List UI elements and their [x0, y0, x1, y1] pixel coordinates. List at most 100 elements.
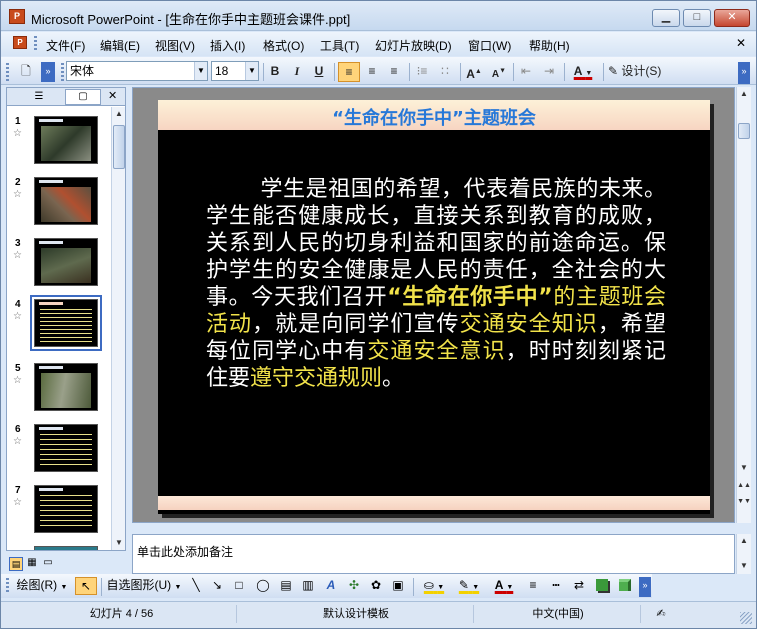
- font-color-button[interactable]: A ▼: [568, 62, 598, 82]
- menu-format[interactable]: 格式(O): [263, 37, 304, 54]
- line-color-button[interactable]: ✎ ▼: [453, 577, 485, 595]
- menu-tools[interactable]: 工具(T): [320, 37, 359, 54]
- slide-thumbnail[interactable]: [34, 485, 98, 533]
- slide-thumbnail-row[interactable]: 2 ☆: [7, 177, 111, 235]
- line-tool-button[interactable]: ╲: [187, 577, 205, 595]
- previous-slide-icon[interactable]: ▲▲: [737, 479, 751, 493]
- bold-button[interactable]: B: [265, 62, 285, 82]
- 3d-style-button[interactable]: [615, 577, 635, 595]
- font-size-combo[interactable]: 18 ▼: [211, 61, 259, 81]
- slide-thumbnail[interactable]: [34, 424, 98, 472]
- menu-grip[interactable]: [34, 36, 37, 52]
- decrease-font-button[interactable]: A▼: [488, 62, 510, 82]
- scroll-down-icon[interactable]: ▼: [737, 461, 751, 475]
- increase-font-button[interactable]: A▲: [463, 62, 485, 82]
- minimize-button[interactable]: ▁: [652, 9, 680, 27]
- bullets-button[interactable]: ∷: [435, 62, 455, 82]
- tab-outline[interactable]: ☰: [13, 89, 65, 105]
- doc-icon[interactable]: P: [13, 36, 27, 49]
- slideshow-view-icon[interactable]: ▭: [41, 557, 55, 571]
- decrease-indent-button[interactable]: ⇤: [516, 62, 536, 82]
- scroll-thumb[interactable]: [113, 125, 125, 169]
- drawbar-grip[interactable]: [6, 578, 9, 594]
- font-name-combo[interactable]: 宋体 ▼: [66, 61, 208, 81]
- shadow-style-button[interactable]: [592, 577, 612, 595]
- font-color-draw-button[interactable]: A ▼: [489, 577, 519, 595]
- scroll-up-icon[interactable]: ▲: [737, 87, 751, 101]
- autoshapes-button[interactable]: 自选图形(U) ▼: [105, 577, 183, 595]
- rectangle-tool-button[interactable]: □: [230, 577, 248, 595]
- scroll-thumb[interactable]: [738, 123, 750, 139]
- slide-thumbnail-row[interactable]: 3 ☆: [7, 238, 111, 296]
- menu-help[interactable]: 帮助(H): [529, 37, 570, 54]
- design-button[interactable]: ✎ 设计(S): [608, 62, 670, 82]
- wordart-button[interactable]: A: [321, 577, 341, 595]
- menu-view[interactable]: 视图(V): [155, 37, 195, 54]
- scroll-up-icon[interactable]: ▲: [737, 534, 751, 548]
- maximize-button[interactable]: □: [683, 9, 711, 27]
- toolbar-overflow-icon[interactable]: »: [738, 62, 750, 84]
- chevron-down-icon[interactable]: ▼: [194, 62, 207, 80]
- slide-pane-scrollbar[interactable]: ▲ ▼ ▲▲ ▼▼: [736, 87, 751, 523]
- new-document-icon[interactable]: 🗋: [15, 62, 37, 82]
- drawbar-overflow-icon[interactable]: »: [639, 577, 651, 597]
- doc-close-icon[interactable]: ✕: [736, 36, 746, 50]
- slide-thumbnail-row-partial[interactable]: [7, 546, 111, 550]
- slide-title[interactable]: “生命在你手中”主题班会: [158, 104, 710, 130]
- slide-thumbnail-row[interactable]: 1 ☆: [7, 116, 111, 174]
- italic-button[interactable]: I: [287, 62, 307, 82]
- notes-placeholder[interactable]: 单击此处添加备注: [137, 543, 233, 560]
- slides-panel-scrollbar[interactable]: ▲ ▼: [111, 107, 125, 550]
- draw-menu-button[interactable]: 绘图(R) ▼: [13, 577, 71, 595]
- select-objects-button[interactable]: ↖: [75, 577, 97, 595]
- resize-grip-icon[interactable]: [740, 612, 752, 624]
- menu-file[interactable]: 文件(F): [46, 37, 85, 54]
- slide-body-text[interactable]: 学生是祖国的希望，代表着民族的未来。学生能否健康成长，直接关系到教育的成败，关系…: [206, 176, 666, 392]
- clipart-button[interactable]: ✿: [367, 577, 385, 595]
- scroll-down-icon[interactable]: ▼: [737, 559, 751, 573]
- arrow-tool-button[interactable]: ↘: [208, 577, 226, 595]
- arrow-style-button[interactable]: ⇄: [569, 577, 589, 595]
- slide-thumbnail-row-selected[interactable]: 4 ☆: [7, 295, 111, 357]
- current-slide[interactable]: “生命在你手中”主题班会 学生是祖国的希望，代表着民族的未来。学生能否健康成长，…: [158, 100, 710, 514]
- slide-thumbnail-row[interactable]: 7 ☆: [7, 485, 111, 543]
- toolbar-options-icon[interactable]: »: [41, 62, 55, 82]
- slide-sorter-view-icon[interactable]: ▦: [25, 557, 39, 571]
- slide-thumbnail[interactable]: [34, 363, 98, 411]
- next-slide-icon[interactable]: ▼▼: [737, 495, 751, 509]
- numbering-button[interactable]: ⁝≡: [412, 62, 432, 82]
- menu-slideshow[interactable]: 幻灯片放映(D): [375, 37, 452, 54]
- oval-tool-button[interactable]: ◯: [253, 577, 273, 595]
- diagram-button[interactable]: ✣: [345, 577, 363, 595]
- close-button[interactable]: ✕: [714, 9, 750, 27]
- powerpoint-app-icon[interactable]: P: [9, 9, 25, 24]
- align-center-button[interactable]: ≡: [362, 62, 382, 82]
- normal-view-icon[interactable]: ▤: [9, 557, 23, 571]
- dash-style-button[interactable]: ┅: [546, 577, 566, 595]
- notes-scrollbar[interactable]: ▲ ▼: [736, 534, 751, 574]
- spelling-check-icon[interactable]: ✍: [647, 605, 675, 623]
- tab-slides[interactable]: ▢: [65, 89, 101, 105]
- slide-thumbnail-row[interactable]: 6 ☆: [7, 424, 111, 482]
- align-right-button[interactable]: ≡: [384, 62, 404, 82]
- slide-thumbnail[interactable]: [34, 546, 98, 550]
- panel-close-icon[interactable]: ✕: [108, 89, 117, 102]
- slide-thumbnail[interactable]: [34, 116, 98, 164]
- textbox-tool-button[interactable]: ▤: [277, 577, 295, 595]
- align-left-button[interactable]: ≡: [338, 62, 360, 82]
- scroll-up-icon[interactable]: ▲: [112, 107, 126, 121]
- vertical-textbox-button[interactable]: ▥: [299, 577, 317, 595]
- menu-edit[interactable]: 编辑(E): [100, 37, 140, 54]
- notes-pane[interactable]: 单击此处添加备注: [132, 534, 735, 574]
- increase-indent-button[interactable]: ⇥: [539, 62, 559, 82]
- slide-thumbnail-row[interactable]: 5 ☆: [7, 363, 111, 421]
- insert-picture-button[interactable]: ▣: [389, 577, 407, 595]
- slide-thumbnail[interactable]: [34, 177, 98, 225]
- line-style-button[interactable]: ≡: [523, 577, 543, 595]
- slide-thumbnail-selected[interactable]: [30, 295, 102, 351]
- scroll-down-icon[interactable]: ▼: [112, 536, 126, 550]
- underline-button[interactable]: U: [309, 62, 329, 82]
- fill-color-button[interactable]: ⛀ ▼: [418, 577, 450, 595]
- toolbar-grip[interactable]: [6, 63, 9, 81]
- slide-thumbnail[interactable]: [34, 238, 98, 286]
